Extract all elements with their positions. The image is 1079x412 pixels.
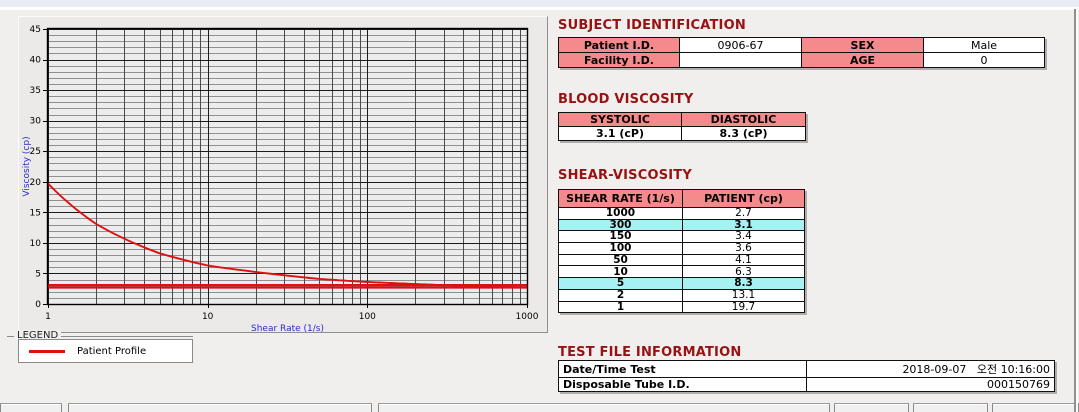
svg-text:30: 30 [30,117,42,127]
svg-text:5: 5 [35,269,41,279]
shear-viscosity-table: SHEAR RATE (1/s) PATIENT (cp) 1000 2.7 3… [558,189,805,313]
svg-text:40: 40 [30,56,42,66]
shear-row: 100 3.6 [559,243,805,255]
window-title-strip-divider [0,7,1079,10]
table-row: Facility I.D. AGE 0 [559,53,1045,68]
shear-rate-cell: 1 [559,301,683,313]
shear-row: 150 3.4 [559,231,805,243]
svg-text:35: 35 [30,86,41,96]
age-value[interactable]: 0 [924,53,1045,68]
svg-text:100: 100 [359,312,376,322]
bottom-panel-button[interactable] [68,403,372,412]
svg-text:1000: 1000 [516,312,539,322]
x-axis-label: Shear Rate (1/s) [251,324,324,332]
table-row: Date/Time Test 2018-09-07 오전 10:16:00 [559,361,1055,378]
shear-rate-header: SHEAR RATE (1/s) [559,190,683,208]
test-file-information-table: Date/Time Test 2018-09-07 오전 10:16:00 Di… [558,360,1055,392]
bottom-panel-button[interactable] [0,403,62,412]
shear-rate-cell: 300 [559,219,683,231]
blood-viscosity-table: SYSTOLIC DIASTOLIC 3.1 (cP) 8.3 (cP) [558,112,806,141]
bottom-panel-button[interactable] [913,403,988,412]
window-title-strip [0,0,1079,7]
patient-cp-cell: 3.6 [683,243,805,255]
patient-id-label: Patient I.D. [559,38,680,53]
patient-cp-cell: 8.3 [683,278,805,290]
sex-label: SEX [802,38,924,53]
subject-identification-heading: SUBJECT IDENTIFICATION [558,18,746,33]
facility-id-label: Facility I.D. [559,53,680,68]
shear-row: 10 6.3 [559,266,805,278]
svg-text:10: 10 [30,239,42,249]
subject-identification-table: Patient I.D. 0906-67 SEX Male Facility I… [558,37,1045,68]
table-row: SYSTOLIC DIASTOLIC [559,113,806,127]
window-right-edge-highlight [1076,9,1078,412]
shear-rate-cell: 5 [559,278,683,290]
patient-id-value[interactable]: 0906-67 [680,38,802,53]
facility-id-value[interactable] [680,53,802,68]
y-axis-label: Viscosity (cp) [22,136,32,196]
svg-text:45: 45 [30,25,41,35]
diastolic-header: DIASTOLIC [682,113,806,127]
shear-rate-cell: 50 [559,254,683,266]
date-time-test-value: 2018-09-07 오전 10:16:00 [807,361,1055,378]
blood-viscosity-heading: BLOOD VISCOSITY [558,92,693,107]
systolic-header: SYSTOLIC [559,113,682,127]
sex-value[interactable]: Male [924,38,1045,53]
shear-row: 2 13.1 [559,289,805,301]
shear-row: 50 4.1 [559,254,805,266]
table-row: Patient I.D. 0906-67 SEX Male [559,38,1045,53]
svg-text:15: 15 [30,208,41,218]
bottom-panel-button[interactable] [834,403,909,412]
svg-text:10: 10 [202,312,214,322]
systolic-value: 3.1 (cP) [559,127,682,141]
table-row: SHEAR RATE (1/s) PATIENT (cp) [559,190,805,208]
disposable-tube-id-label: Disposable Tube I.D. [559,378,807,392]
shear-viscosity-heading: SHEAR-VISCOSITY [558,168,692,183]
svg-text:0: 0 [35,300,41,310]
shear-rate-cell: 1000 [559,208,683,220]
patient-cp-cell: 3.4 [683,231,805,243]
diastolic-value: 8.3 (cP) [682,127,806,141]
bottom-panel-button[interactable] [378,403,830,412]
viscosity-chart: 0510152025303540451101001000Shear Rate (… [19,17,547,332]
shear-row: 5 8.3 [559,278,805,290]
legend-box: Patient Profile [18,339,193,363]
viscosity-chart-panel: 0510152025303540451101001000Shear Rate (… [18,16,548,333]
shear-row: 1000 2.7 [559,208,805,220]
shear-rate-cell: 150 [559,231,683,243]
patient-cp-cell: 13.1 [683,289,805,301]
patient-cp-cell: 19.7 [683,301,805,313]
patient-cp-cell: 3.1 [683,219,805,231]
shear-row: 300 3.1 [559,219,805,231]
table-row: Disposable Tube I.D. 000150769 [559,378,1055,392]
test-file-information-heading: TEST FILE INFORMATION [558,345,741,360]
shear-row: 1 19.7 [559,301,805,313]
disposable-tube-id-value: 000150769 [807,378,1055,392]
shear-rate-cell: 100 [559,243,683,255]
legend-line-sample-icon [29,350,65,353]
legend-entry-label: Patient Profile [77,346,146,357]
table-row: 3.1 (cP) 8.3 (cP) [559,127,806,141]
shear-rate-cell: 2 [559,289,683,301]
patient-cp-cell: 6.3 [683,266,805,278]
patient-cp-cell: 4.1 [683,254,805,266]
shear-rate-cell: 10 [559,266,683,278]
bottom-panel-button[interactable] [992,403,1079,412]
svg-text:1: 1 [45,312,51,322]
patient-cp-cell: 2.7 [683,208,805,220]
age-label: AGE [802,53,924,68]
patient-cp-header: PATIENT (cp) [683,190,805,208]
date-time-test-label: Date/Time Test [559,361,807,378]
